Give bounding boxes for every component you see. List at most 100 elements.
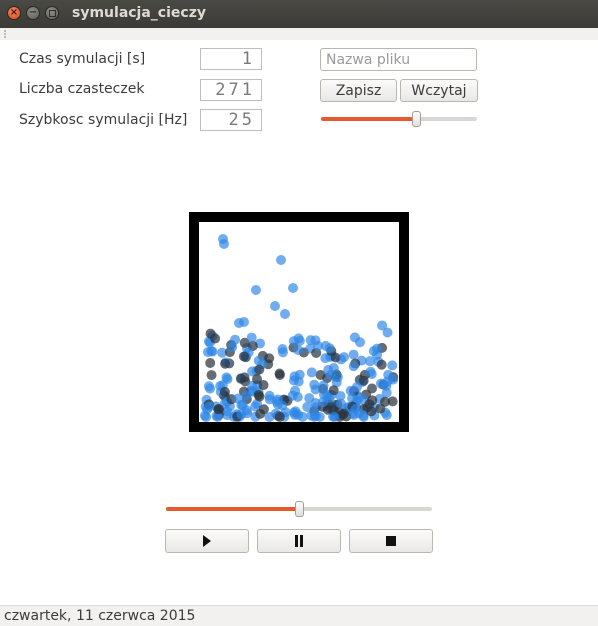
play-button[interactable]: [165, 529, 249, 553]
particle: [306, 410, 317, 421]
particle-canvas: [199, 234, 399, 422]
particle: [366, 406, 377, 417]
particle: [206, 370, 217, 381]
pause-icon: [295, 535, 303, 547]
particle: [287, 390, 298, 401]
particle: [276, 255, 286, 265]
speed-display: 25: [200, 109, 262, 131]
save-button[interactable]: Zapisz: [320, 79, 397, 102]
particle: [293, 333, 304, 344]
particle: [367, 395, 378, 406]
particle: [246, 332, 257, 343]
particle: [336, 398, 347, 409]
particle: [329, 411, 340, 422]
particle: [238, 351, 249, 362]
particle: [387, 360, 398, 371]
particle: [213, 404, 224, 415]
speed-slider-fill: [321, 117, 417, 121]
pause-button[interactable]: [257, 529, 341, 553]
filename-input[interactable]: [320, 48, 477, 71]
particle: [355, 337, 366, 348]
particle: [309, 379, 320, 390]
particle: [338, 408, 349, 419]
particle: [280, 309, 290, 319]
particle: [376, 359, 387, 370]
particle: [270, 301, 280, 311]
toolbar-strip: [0, 28, 598, 40]
stop-icon: [386, 536, 396, 546]
maximize-icon: [48, 9, 56, 17]
time-display: 1: [200, 48, 262, 70]
maximize-window-button[interactable]: [45, 6, 59, 20]
particle: [235, 373, 246, 384]
particle: [348, 349, 359, 360]
particle: [201, 411, 212, 422]
speed-slider-thumb[interactable]: [412, 111, 422, 127]
particle: [310, 398, 321, 409]
count-display: 271: [200, 79, 262, 101]
particle: [274, 368, 285, 379]
particle: [365, 366, 376, 377]
particle: [254, 391, 265, 402]
particle: [222, 374, 233, 385]
particle: [264, 353, 275, 364]
particle: [258, 404, 269, 415]
particle: [351, 382, 362, 393]
simulation-container: [189, 212, 409, 432]
status-bar: czwartek, 11 czerwca 2015: [0, 605, 598, 626]
particle: [375, 403, 386, 414]
particle: [288, 283, 298, 293]
particle: [372, 343, 383, 354]
particle: [251, 285, 261, 295]
window-title: symulacja_cieczy: [72, 5, 206, 21]
particle: [277, 344, 288, 355]
particle: [277, 400, 288, 411]
particle: [207, 346, 218, 357]
particle: [306, 367, 317, 378]
speed-slider[interactable]: [321, 111, 477, 127]
particle: [210, 333, 221, 344]
particle: [366, 383, 377, 394]
particle: [232, 393, 243, 404]
play-icon: [203, 535, 211, 547]
particle: [323, 364, 334, 375]
particle: [323, 392, 334, 403]
speed-label: Szybkosc symulacji [Hz]: [19, 112, 188, 128]
particle: [324, 343, 335, 354]
timeline-slider-fill: [166, 507, 299, 511]
time-label: Czas symulacji [s]: [19, 51, 146, 67]
minimize-window-button[interactable]: −: [26, 6, 40, 20]
particle: [289, 407, 300, 418]
count-label: Liczba czasteczek: [19, 81, 145, 97]
particle: [382, 327, 393, 338]
particle: [205, 357, 216, 368]
particle: [305, 335, 316, 346]
close-icon: ×: [9, 7, 19, 18]
particle: [203, 401, 214, 412]
particle: [252, 374, 263, 385]
particle: [234, 318, 244, 328]
particle: [230, 334, 241, 345]
close-window-button[interactable]: ×: [7, 6, 21, 20]
particle: [348, 361, 359, 372]
stop-button[interactable]: [349, 529, 433, 553]
particle: [288, 375, 299, 386]
toolbar-grip[interactable]: [4, 30, 6, 38]
particle: [203, 381, 214, 392]
timeline-slider[interactable]: [166, 501, 432, 517]
particle: [236, 409, 247, 420]
timeline-slider-thumb[interactable]: [295, 501, 304, 517]
particle: [220, 358, 231, 369]
title-bar: × − symulacja_cieczy: [0, 0, 598, 28]
particle: [381, 381, 392, 392]
minimize-icon: −: [28, 7, 38, 18]
load-button[interactable]: Wczytaj: [400, 79, 478, 102]
particle: [254, 364, 265, 375]
particle: [219, 239, 229, 249]
particle: [293, 344, 304, 355]
particle: [339, 352, 350, 363]
status-date: czwartek, 11 czerwca 2015: [4, 608, 196, 624]
particle: [241, 390, 252, 401]
particle: [318, 380, 329, 391]
particle: [274, 411, 285, 422]
